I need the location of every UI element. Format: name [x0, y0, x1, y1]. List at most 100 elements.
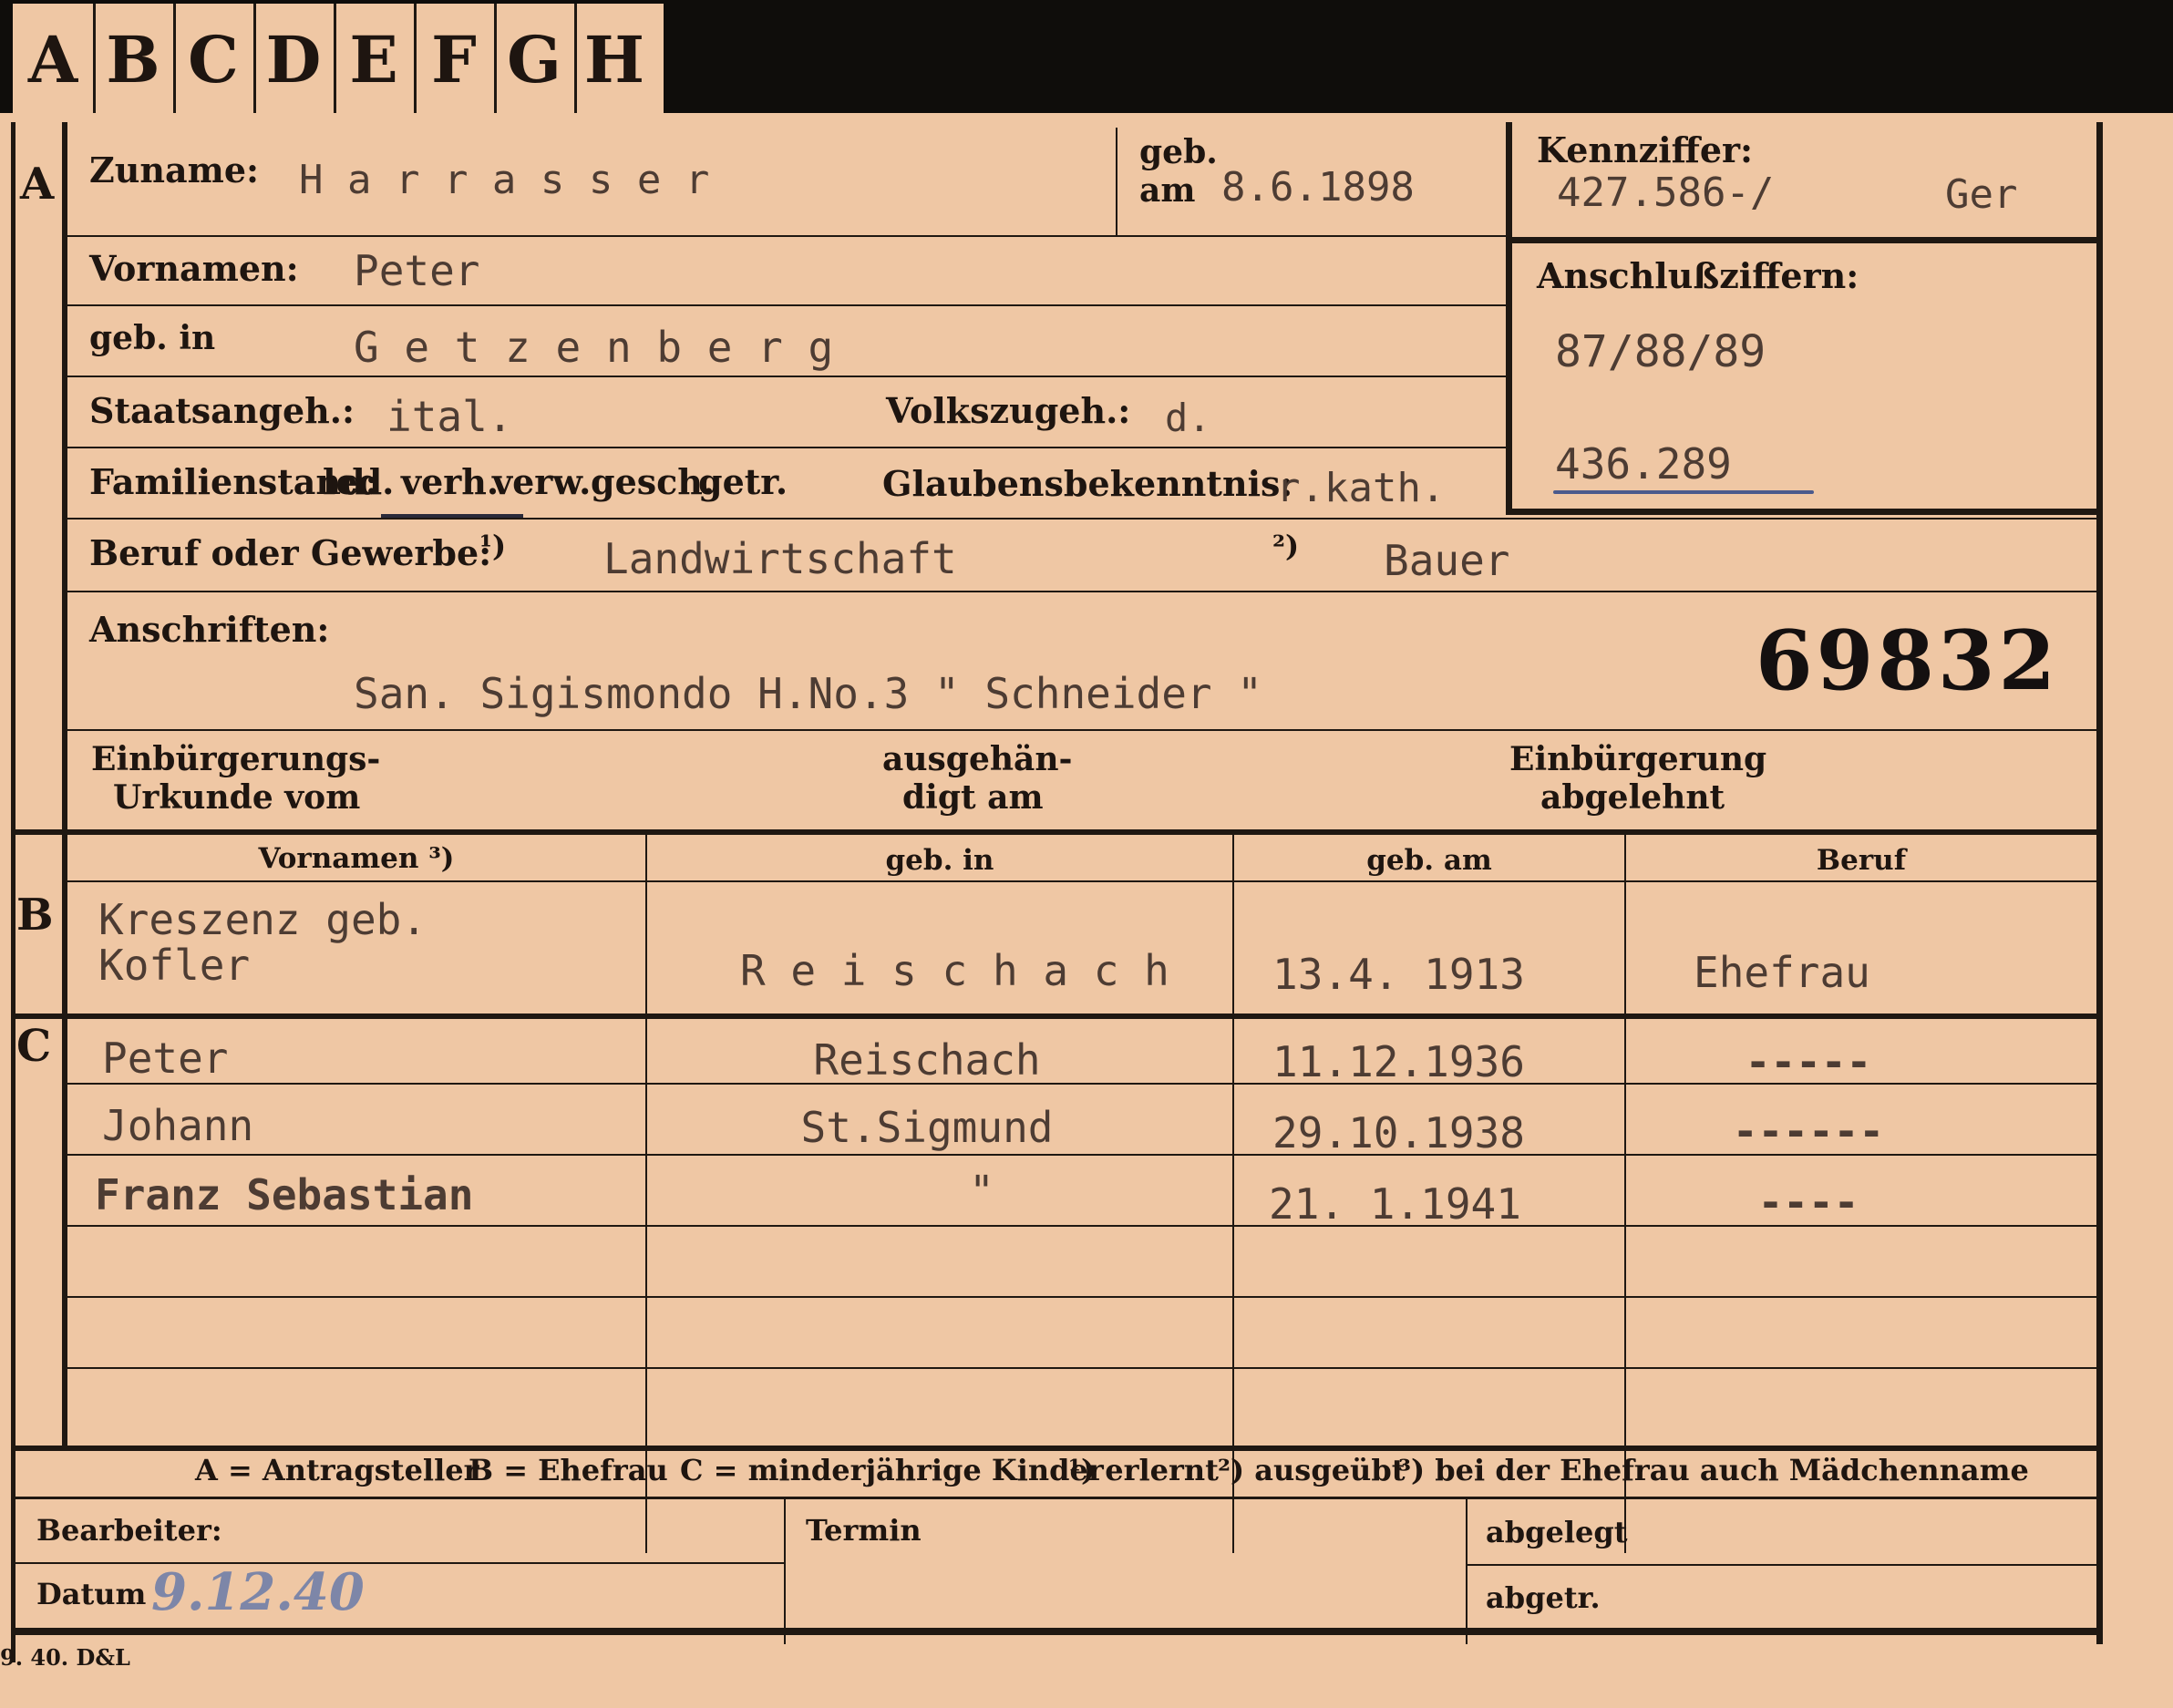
volk-value: d. — [1165, 396, 1211, 440]
datum-label: Datum — [36, 1577, 147, 1611]
beruf-value2: Bauer — [1384, 536, 1510, 585]
geb-label-line2: am — [1139, 171, 1196, 210]
footer-col-2 — [1466, 1498, 1468, 1644]
child-1-gebam: 11.12.1936 — [1272, 1037, 1525, 1086]
glauben-value: r.kath. — [1276, 465, 1446, 511]
spouse-gebin: R e i s c h a c h — [740, 946, 1169, 995]
index-card: A Zuname: H a r r a s s e r geb. am 8.6.… — [0, 113, 2173, 1708]
footer-mid-left — [13, 1562, 784, 1564]
bearbeiter-label: Bearbeiter: — [36, 1513, 222, 1548]
card-right-border — [2096, 122, 2103, 1644]
header-gebin: geb. in — [885, 844, 994, 877]
footer-mid-right — [1468, 1564, 2096, 1566]
familienstand-verh[interactable]: verh. — [401, 461, 499, 502]
beruf-mark1: ¹) — [479, 529, 507, 563]
card-left-border — [11, 122, 15, 1662]
glauben-label: Glaubensbekenntnis: — [882, 463, 1293, 504]
tab-a[interactable]: A — [13, 4, 96, 115]
rule-a3 — [67, 376, 1506, 377]
legend-note1: ¹) erlernt — [1068, 1453, 1219, 1487]
anschluss-value1: 87/88/89 — [1555, 326, 1766, 377]
tab-d[interactable]: D — [253, 4, 336, 115]
verh-underline — [381, 514, 523, 518]
zuname-label: Zuname: — [89, 149, 260, 190]
anschriften-label: Anschriften: — [89, 609, 330, 650]
legend-bottom-rule — [13, 1497, 2098, 1499]
marker-column-rule — [62, 122, 67, 1448]
child-rule-4 — [67, 1296, 2096, 1298]
footer-bottom-rule — [13, 1628, 2098, 1635]
legend-a: A = Antragsteller — [195, 1453, 479, 1487]
anschluss-value2: 436.289 — [1555, 439, 1732, 489]
gebin-value: G e t z e n b e r g — [354, 323, 834, 372]
geb-label-line1: geb. — [1139, 133, 1218, 171]
beruf-label: Beruf oder Gewerbe: — [89, 532, 492, 573]
table-header-rule — [67, 880, 2096, 882]
footer-col-1 — [784, 1498, 786, 1644]
tab-g[interactable]: G — [494, 4, 577, 115]
legend-top-rule — [13, 1446, 2098, 1451]
spouse-bottom-rule — [13, 1013, 2098, 1019]
legend-b: B = Ehefrau — [469, 1453, 668, 1487]
kennziffer-label: Kennziffer: — [1537, 129, 1754, 170]
legend-note2: ²) ausgeübt — [1218, 1453, 1406, 1487]
kennziffer-value: 427.586-/ — [1557, 170, 1775, 216]
zuname-value: H a r r a s s e r — [299, 157, 710, 203]
marker-c: C — [16, 1021, 52, 1072]
header-vornamen: Vornamen ³) — [258, 842, 455, 875]
spouse-name-line2: Kofler — [98, 941, 251, 990]
termin-label: Termin — [806, 1513, 922, 1548]
child-2-name: Johann — [102, 1101, 254, 1150]
rule-a1 — [67, 235, 1506, 237]
child-3-gebam: 21. 1.1941 — [1269, 1179, 1521, 1229]
beruf-mark2: ²) — [1272, 529, 1300, 563]
tab-e[interactable]: E — [334, 4, 417, 115]
child-2-beruf: ------ — [1732, 1106, 1885, 1156]
stamp-number: 69832 — [1756, 612, 2060, 709]
einbuergerung-label-1: Einbürgerungs- — [91, 740, 381, 778]
child-1-beruf: ----- — [1745, 1037, 1872, 1086]
child-2-gebin: St.Sigmund — [800, 1103, 1054, 1152]
tab-f[interactable]: F — [414, 4, 497, 115]
kennziffer-box-left — [1506, 122, 1512, 514]
rule-a7 — [67, 729, 2096, 731]
abgelehnt-label-2: abgelehnt — [1540, 778, 1725, 817]
einbuergerung-label-2: Urkunde vom — [113, 778, 361, 817]
marker-b: B — [16, 890, 54, 941]
volk-label: Volkszugeh.: — [886, 390, 1131, 431]
kennziffer-suffix: Ger — [1945, 171, 2018, 218]
header-beruf: Beruf — [1816, 844, 1907, 877]
anschluss-underline — [1553, 490, 1814, 494]
tab-b[interactable]: B — [93, 4, 176, 115]
kennziffer-box-bottom — [1506, 509, 2098, 515]
rule-a4 — [67, 447, 1506, 448]
child-1-gebin: Reischach — [813, 1035, 1041, 1085]
tab-strip: A B C D E F G H — [13, 4, 664, 115]
legend-note3: ³) bei der Ehefrau auch Mädchenname — [1398, 1453, 2029, 1487]
abgetr-label: abgetr. — [1486, 1580, 1601, 1615]
header-gebam: geb. am — [1366, 844, 1492, 877]
child-rule-5 — [67, 1367, 2096, 1369]
tab-c[interactable]: C — [173, 4, 256, 115]
ausgehaendigt-label-1: ausgehän- — [882, 740, 1073, 778]
rule-a2 — [67, 304, 1506, 306]
kennziffer-box-mid — [1506, 237, 2098, 243]
familienstand-gesch: gesch. — [591, 461, 716, 502]
geb-divider — [1116, 128, 1117, 235]
staat-value: ital. — [386, 392, 513, 441]
datum-value: 9.12.40 — [151, 1562, 365, 1622]
familienstand-getr: getr. — [698, 461, 788, 502]
table-top-rule — [13, 829, 2098, 835]
child-3-beruf: ---- — [1757, 1178, 1859, 1227]
ausgehaendigt-label-2: digt am — [902, 778, 1044, 817]
rule-a6 — [67, 591, 2096, 592]
tab-h[interactable]: H — [574, 4, 654, 115]
print-mark: 9. 40. D&L — [0, 1644, 130, 1671]
beruf-value1: Landwirtschaft — [603, 534, 957, 583]
child-1-name: Peter — [102, 1034, 229, 1083]
rule-a5 — [67, 518, 2096, 520]
spouse-gebam: 13.4. 1913 — [1272, 950, 1525, 999]
abgelehnt-label-1: Einbürgerung — [1509, 740, 1767, 778]
vornamen-label: Vornamen: — [89, 248, 299, 289]
spouse-name-line1: Kreszenz geb. — [98, 895, 427, 944]
